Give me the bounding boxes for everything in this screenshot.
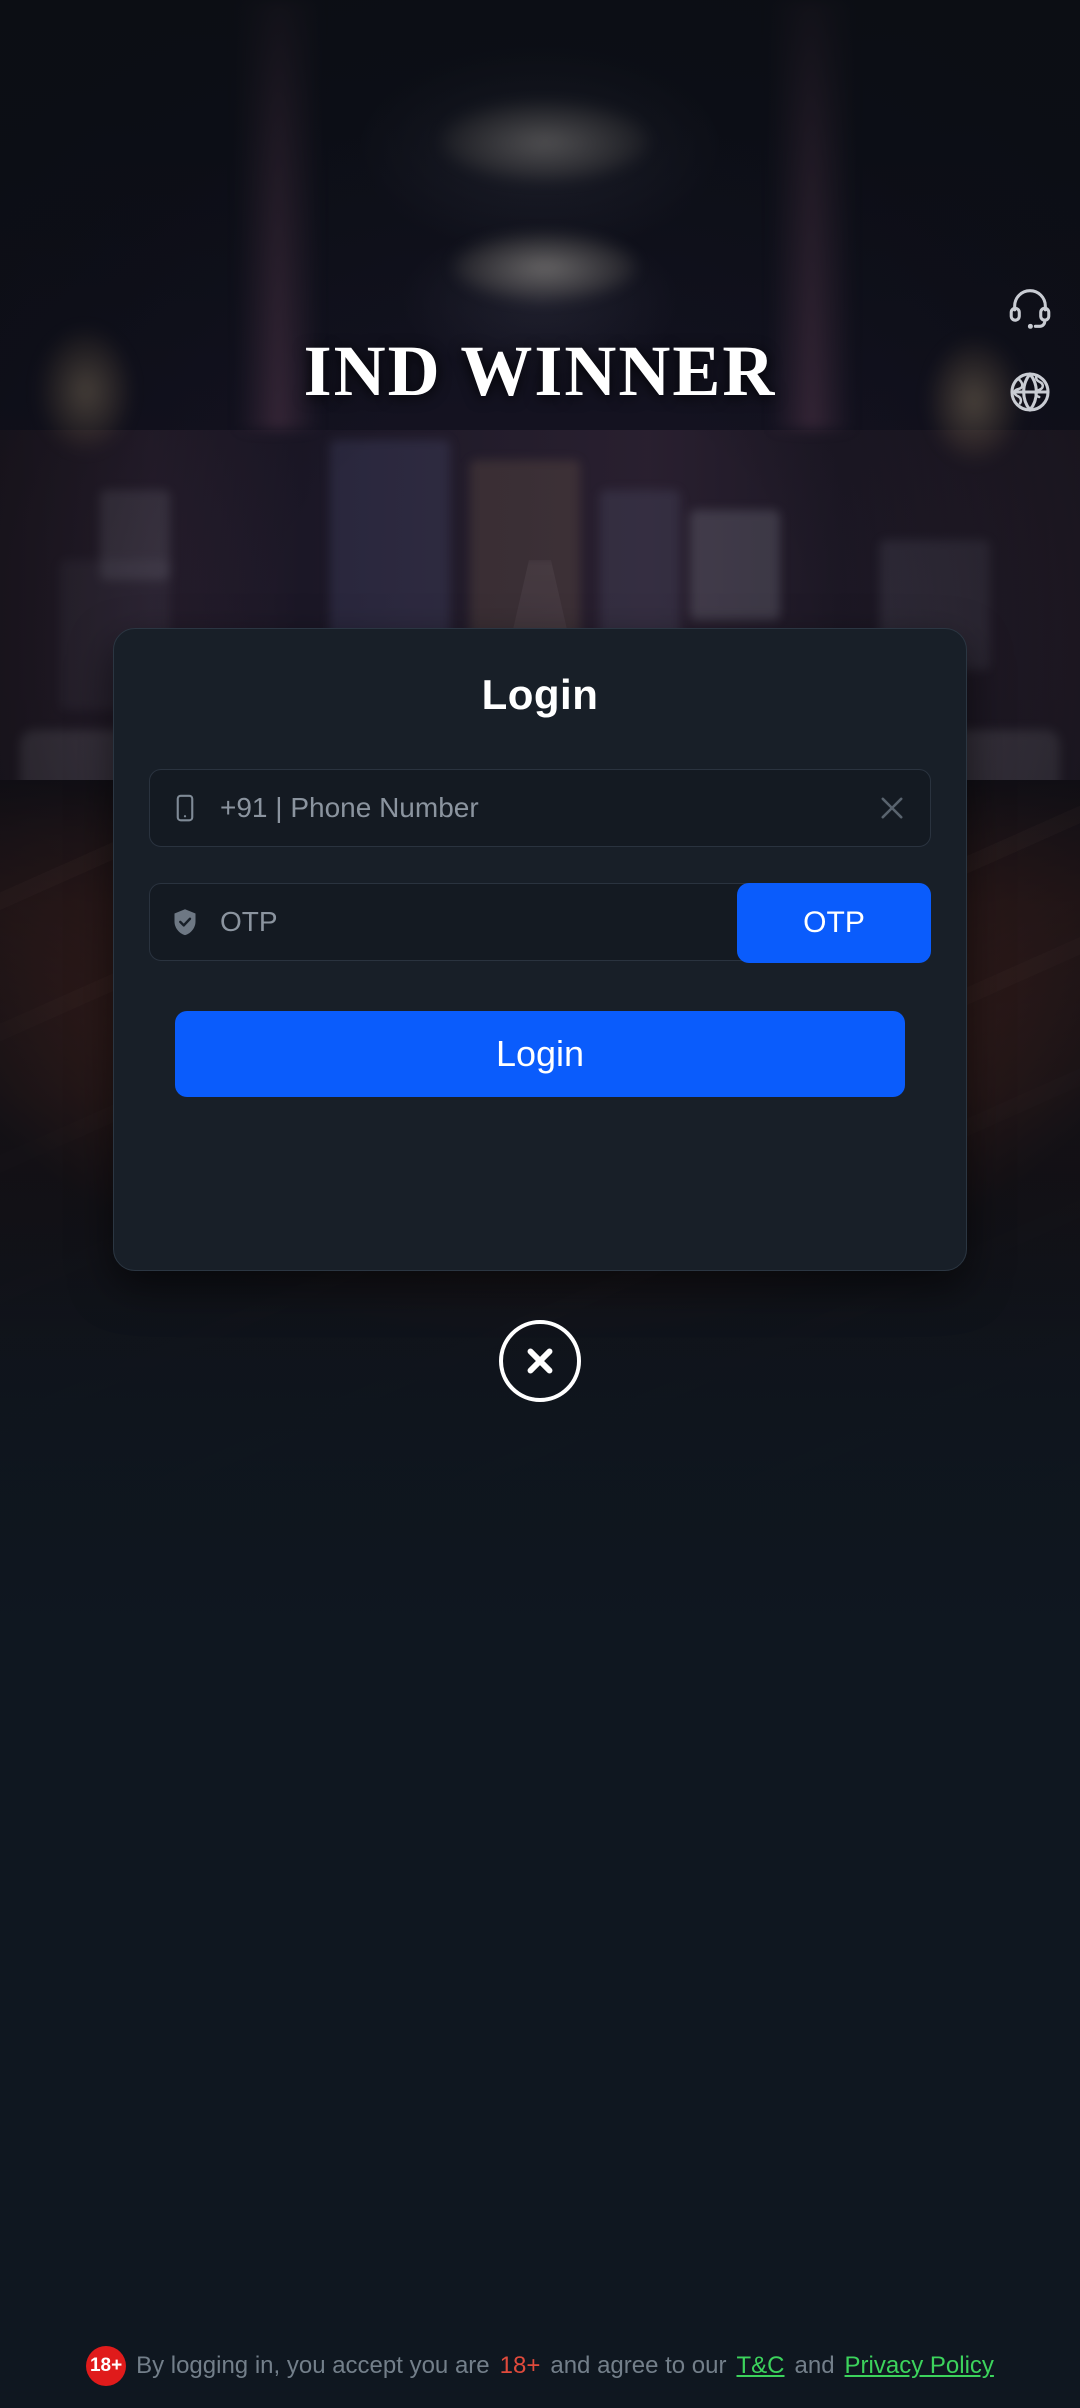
- headset-icon[interactable]: [1002, 278, 1058, 334]
- disclaimer-age: 18+: [499, 2352, 541, 2379]
- chandelier-lower: [452, 232, 638, 302]
- disclaimer-text-and: and: [794, 2352, 835, 2379]
- phone-icon: [150, 793, 220, 823]
- disclaimer-text-before: By logging in, you accept you are: [136, 2352, 490, 2379]
- disclaimer-text-middle: and agree to our: [550, 2352, 727, 2379]
- login-card: Login +91 | Phone Number OTP OTP Login: [113, 628, 967, 1271]
- phone-number-field[interactable]: [149, 769, 931, 847]
- age-badge: 18+: [86, 2346, 127, 2386]
- login-screen: IND WINNER Login +91 | Phone Number OTP …: [0, 0, 1080, 2408]
- terms-conditions-link[interactable]: T&C: [737, 2352, 785, 2380]
- login-submit-button[interactable]: Login: [175, 1011, 905, 1097]
- otp-field[interactable]: OTP: [149, 883, 931, 963]
- footer-disclaimer: 18+ By logging in, you accept you are 18…: [0, 2346, 1080, 2386]
- icon-rail: [1002, 278, 1058, 420]
- send-otp-button[interactable]: OTP: [737, 883, 931, 963]
- chandelier-upper: [440, 100, 650, 182]
- close-x-icon[interactable]: [854, 770, 930, 846]
- close-circle-icon[interactable]: [499, 1320, 581, 1402]
- brand-title: IND WINNER: [303, 331, 777, 411]
- card-title: Login: [481, 671, 599, 718]
- privacy-policy-link[interactable]: Privacy Policy: [845, 2352, 994, 2380]
- shield-check-icon: [150, 907, 220, 937]
- phone-input[interactable]: [220, 792, 854, 824]
- globe-icon[interactable]: [1002, 364, 1058, 420]
